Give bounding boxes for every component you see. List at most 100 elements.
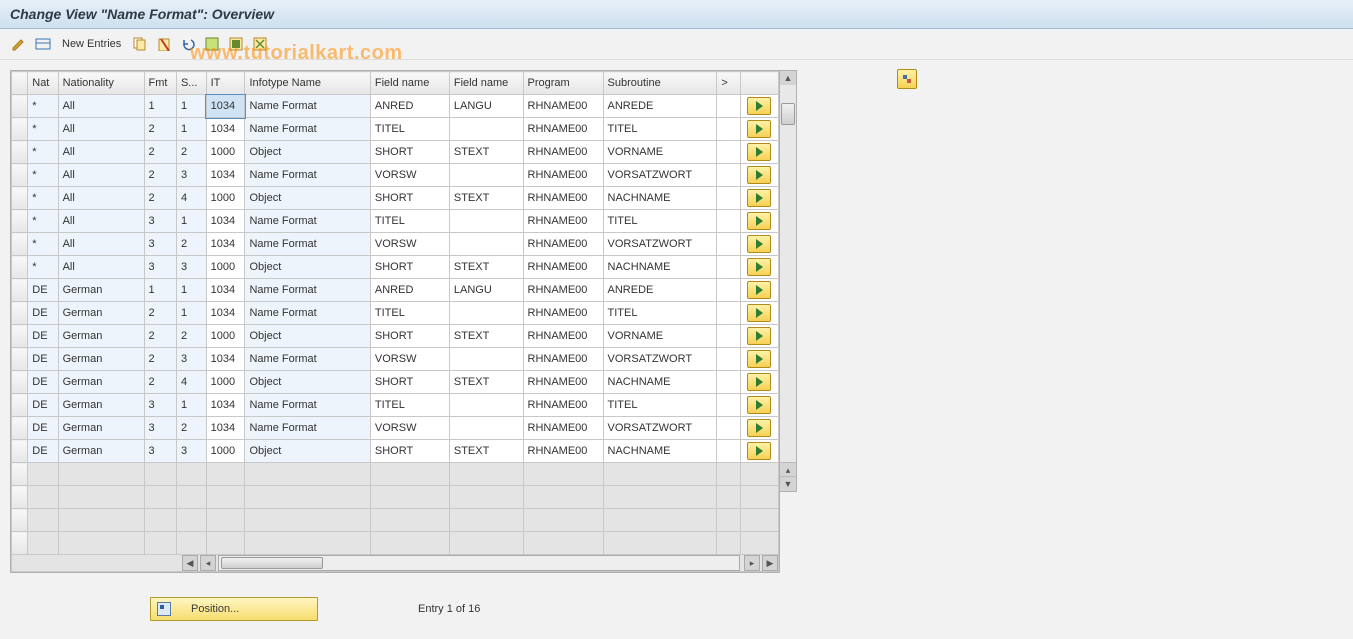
cell-field2[interactable]: LANGU — [449, 279, 523, 302]
cell-fmt[interactable]: 3 — [144, 440, 176, 463]
cell-subroutine[interactable]: VORSATZWORT — [603, 417, 717, 440]
configure-columns-icon[interactable] — [897, 69, 917, 89]
cell-field1[interactable]: TITEL — [370, 302, 449, 325]
cell-subroutine[interactable]: TITEL — [603, 394, 717, 417]
row-selector-header[interactable] — [12, 72, 28, 95]
cell-nat[interactable]: DE — [28, 371, 58, 394]
scroll-right-small-icon[interactable]: ▸ — [744, 555, 760, 571]
cell-subroutine[interactable]: NACHNAME — [603, 187, 717, 210]
other-view-icon[interactable] — [34, 35, 52, 53]
cell-subroutine[interactable]: NACHNAME — [603, 256, 717, 279]
cell-s[interactable]: 2 — [176, 325, 206, 348]
cell-program[interactable]: RHNAME00 — [523, 256, 603, 279]
cell-fmt[interactable]: 2 — [144, 141, 176, 164]
cell-nat[interactable]: * — [28, 256, 58, 279]
cell-field2[interactable] — [449, 417, 523, 440]
cell-field2[interactable]: STEXT — [449, 325, 523, 348]
cell-nat[interactable]: * — [28, 118, 58, 141]
row-action-icon[interactable] — [747, 97, 771, 115]
cell-program[interactable]: RHNAME00 — [523, 279, 603, 302]
cell-subroutine[interactable]: VORSATZWORT — [603, 233, 717, 256]
cell-program[interactable]: RHNAME00 — [523, 348, 603, 371]
scroll-left-icon[interactable]: ◀ — [182, 555, 198, 571]
cell-fmt[interactable]: 2 — [144, 187, 176, 210]
cell-subroutine[interactable]: TITEL — [603, 118, 717, 141]
cell-s[interactable]: 1 — [176, 302, 206, 325]
cell-field1[interactable]: VORSW — [370, 348, 449, 371]
row-selector[interactable] — [12, 394, 28, 417]
delete-icon[interactable] — [155, 35, 173, 53]
col-infotype-name[interactable]: Infotype Name — [245, 72, 370, 95]
cell-nat[interactable]: DE — [28, 417, 58, 440]
row-selector[interactable] — [12, 486, 28, 509]
cell-field2[interactable] — [449, 302, 523, 325]
cell-field2[interactable]: STEXT — [449, 371, 523, 394]
cell-fmt[interactable]: 3 — [144, 417, 176, 440]
cell-nat[interactable]: DE — [28, 394, 58, 417]
cell-s[interactable]: 3 — [176, 164, 206, 187]
cell-more[interactable] — [717, 440, 740, 463]
cell-s[interactable]: 3 — [176, 256, 206, 279]
scroll-right-icon[interactable]: ▶ — [762, 555, 778, 571]
cell-more[interactable] — [717, 279, 740, 302]
row-selector[interactable] — [12, 118, 28, 141]
scroll-track[interactable] — [218, 555, 740, 571]
cell-nat[interactable]: * — [28, 141, 58, 164]
cell-nat[interactable]: DE — [28, 440, 58, 463]
select-all-icon[interactable] — [203, 35, 221, 53]
cell-fmt[interactable]: 2 — [144, 118, 176, 141]
cell-field2[interactable]: LANGU — [449, 95, 523, 118]
cell-program[interactable]: RHNAME00 — [523, 187, 603, 210]
cell-subroutine[interactable]: NACHNAME — [603, 371, 717, 394]
col-field-name-1[interactable]: Field name — [370, 72, 449, 95]
cell-field2[interactable] — [449, 348, 523, 371]
scroll-thumb-h[interactable] — [221, 557, 323, 569]
cell-fmt[interactable]: 3 — [144, 210, 176, 233]
toggle-display-change-icon[interactable] — [10, 35, 28, 53]
row-action-icon[interactable] — [747, 350, 771, 368]
cell-fmt[interactable]: 3 — [144, 256, 176, 279]
cell-s[interactable]: 4 — [176, 371, 206, 394]
row-selector[interactable] — [12, 532, 28, 555]
cell-s[interactable]: 1 — [176, 118, 206, 141]
cell-more[interactable] — [717, 95, 740, 118]
cell-it[interactable]: 1034 — [206, 302, 245, 325]
row-action-icon[interactable] — [747, 235, 771, 253]
deselect-all-icon[interactable] — [251, 35, 269, 53]
cell-program[interactable]: RHNAME00 — [523, 417, 603, 440]
cell-more[interactable] — [717, 302, 740, 325]
row-action-icon[interactable] — [747, 304, 771, 322]
cell-it[interactable]: 1000 — [206, 141, 245, 164]
row-selector[interactable] — [12, 187, 28, 210]
cell-more[interactable] — [717, 256, 740, 279]
cell-subroutine[interactable]: ANREDE — [603, 95, 717, 118]
cell-subroutine[interactable]: VORNAME — [603, 141, 717, 164]
cell-field1[interactable]: SHORT — [370, 141, 449, 164]
cell-it[interactable]: 1034 — [206, 279, 245, 302]
cell-more[interactable] — [717, 233, 740, 256]
col-fmt[interactable]: Fmt — [144, 72, 176, 95]
cell-nat[interactable]: * — [28, 233, 58, 256]
scroll-thumb[interactable] — [781, 103, 795, 125]
cell-program[interactable]: RHNAME00 — [523, 210, 603, 233]
cell-program[interactable]: RHNAME00 — [523, 164, 603, 187]
cell-fmt[interactable]: 2 — [144, 325, 176, 348]
cell-more[interactable] — [717, 210, 740, 233]
cell-fmt[interactable]: 2 — [144, 302, 176, 325]
cell-field2[interactable] — [449, 118, 523, 141]
vertical-scrollbar[interactable]: ▲ ▴ ▼ — [780, 70, 797, 492]
cell-field1[interactable]: SHORT — [370, 371, 449, 394]
cell-s[interactable]: 3 — [176, 348, 206, 371]
row-action-icon[interactable] — [747, 212, 771, 230]
row-selector[interactable] — [12, 325, 28, 348]
cell-it[interactable]: 1034 — [206, 210, 245, 233]
cell-s[interactable]: 1 — [176, 210, 206, 233]
row-action-icon[interactable] — [747, 327, 771, 345]
cell-field1[interactable]: SHORT — [370, 256, 449, 279]
row-selector[interactable] — [12, 233, 28, 256]
cell-program[interactable]: RHNAME00 — [523, 325, 603, 348]
row-action-icon[interactable] — [747, 442, 771, 460]
cell-field1[interactable]: SHORT — [370, 325, 449, 348]
col-nat[interactable]: Nat — [28, 72, 58, 95]
cell-subroutine[interactable]: TITEL — [603, 210, 717, 233]
